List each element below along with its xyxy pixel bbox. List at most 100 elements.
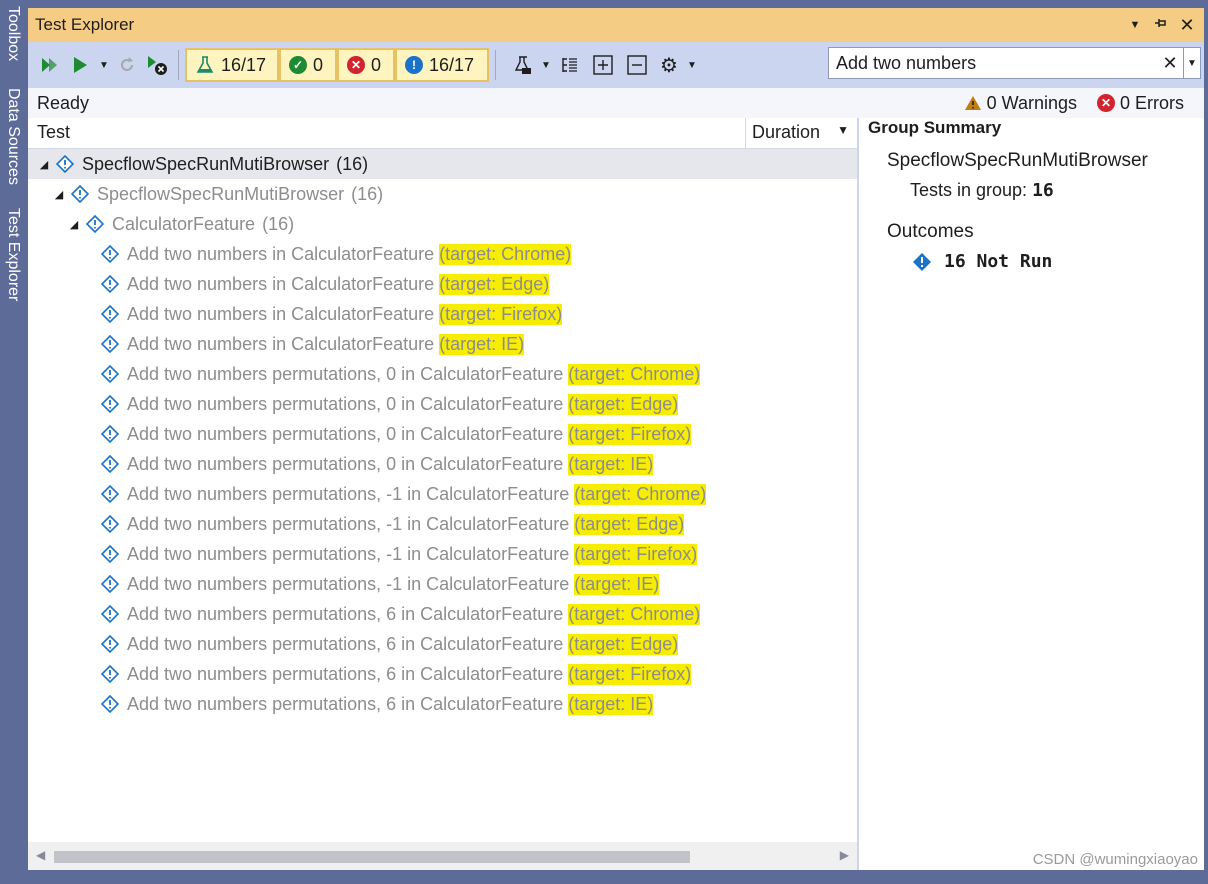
data-sources-tab[interactable]: Data Sources bbox=[2, 88, 24, 185]
close-window-button[interactable]: ✕ bbox=[1174, 15, 1200, 36]
outcome-not-run-label: 16 Not Run bbox=[944, 251, 1053, 272]
scroll-right-icon[interactable]: ▶ bbox=[840, 848, 849, 862]
not-run-icon bbox=[100, 274, 120, 294]
not-run-icon bbox=[100, 394, 120, 414]
test-row[interactable]: Add two numbers permutations, 6 in Calcu… bbox=[28, 629, 857, 659]
clear-search-icon[interactable]: ✕ bbox=[1157, 53, 1183, 74]
test-name: Add two numbers permutations, 6 in Calcu… bbox=[127, 633, 569, 654]
run-failed-icon[interactable] bbox=[34, 50, 64, 80]
column-duration-label: Duration bbox=[752, 122, 821, 142]
horizontal-scrollbar[interactable]: ◀ ▶ bbox=[28, 842, 857, 870]
search-box[interactable]: ✕ ▼ bbox=[828, 47, 1201, 79]
group-summary-pane: Group Summary SpecflowSpecRunMutiBrowser… bbox=[860, 118, 1204, 870]
scroll-left-icon[interactable]: ◀ bbox=[36, 848, 45, 862]
test-name: Add two numbers in CalculatorFeature bbox=[127, 273, 440, 294]
not-run-icon bbox=[100, 454, 120, 474]
filter-passed-button[interactable]: ✓ 0 bbox=[279, 48, 337, 82]
test-name: Add two numbers permutations, 0 in Calcu… bbox=[127, 393, 569, 414]
run-all-icon[interactable] bbox=[64, 50, 96, 80]
test-row[interactable]: Add two numbers permutations, -1 in Calc… bbox=[28, 569, 857, 599]
test-name: Add two numbers permutations, -1 in Calc… bbox=[127, 543, 575, 564]
outcomes-label: Outcomes bbox=[887, 221, 974, 242]
not-run-icon bbox=[100, 244, 120, 264]
error-icon: ✕ bbox=[1096, 94, 1115, 112]
test-row[interactable]: Add two numbers permutations, 0 in Calcu… bbox=[28, 389, 857, 419]
test-row[interactable]: Add two numbers permutations, 6 in Calcu… bbox=[28, 659, 857, 689]
playlist-icon[interactable] bbox=[508, 50, 538, 80]
test-row[interactable]: Add two numbers in CalculatorFeature (ta… bbox=[28, 299, 857, 329]
warnings-indicator[interactable]: 0 Warnings bbox=[964, 93, 1077, 114]
tree-node-project[interactable]: ◢ SpecflowSpecRunMutiBrowser (16) bbox=[28, 149, 857, 179]
tree-node-namespace[interactable]: ◢ SpecflowSpecRunMutiBrowser (16) bbox=[28, 179, 857, 209]
toolbox-tab[interactable]: Toolbox bbox=[2, 6, 24, 61]
column-duration[interactable]: Duration ▼ bbox=[745, 118, 857, 148]
test-target: (target: Firefox) bbox=[568, 663, 692, 685]
not-run-icon bbox=[100, 574, 120, 594]
repeat-run-icon[interactable] bbox=[112, 50, 142, 80]
test-row[interactable]: Add two numbers permutations, -1 in Calc… bbox=[28, 509, 857, 539]
test-target: (target: Firefox) bbox=[568, 423, 692, 445]
status-bar: Ready 0 Warnings ✕ 0 Errors bbox=[28, 88, 1204, 118]
scroll-thumb[interactable] bbox=[54, 851, 690, 863]
search-input[interactable] bbox=[829, 51, 1157, 75]
passed-icon: ✓ bbox=[289, 56, 307, 74]
group-name: SpecflowSpecRunMutiBrowser bbox=[887, 150, 1148, 171]
toolbar: ▼ 16/17 ✓ 0 ✕ 0 ! 16/17 ▼ ⚙ ▼ Add two nu… bbox=[28, 42, 1204, 88]
failed-icon: ✕ bbox=[347, 56, 365, 74]
group-summary-title: Group Summary bbox=[868, 118, 1002, 137]
settings-dropdown-icon[interactable]: ▼ bbox=[684, 50, 700, 80]
test-row[interactable]: Add two numbers in CalculatorFeature (ta… bbox=[28, 269, 857, 299]
pin-icon[interactable] bbox=[1148, 16, 1174, 34]
pane-splitter[interactable] bbox=[857, 118, 859, 870]
group-by-icon[interactable] bbox=[554, 50, 586, 80]
test-target: (target: Chrome) bbox=[568, 603, 701, 625]
not-run-icon bbox=[100, 304, 120, 324]
collapse-all-icon[interactable] bbox=[620, 50, 654, 80]
warnings-count: 0 Warnings bbox=[986, 92, 1077, 113]
test-row[interactable]: Add two numbers permutations, 0 in Calcu… bbox=[28, 449, 857, 479]
expand-arrow-icon[interactable]: ◢ bbox=[67, 218, 81, 231]
test-tree-pane: Test Duration ▼ ◢ SpecflowSpecRunMutiBro… bbox=[28, 118, 857, 870]
test-row[interactable]: Add two numbers permutations, 6 in Calcu… bbox=[28, 689, 857, 719]
test-row[interactable]: Add two numbers permutations, -1 in Calc… bbox=[28, 479, 857, 509]
test-explorer-tab[interactable]: Test Explorer bbox=[2, 208, 24, 301]
test-target: (target: IE) bbox=[574, 573, 660, 595]
test-row[interactable]: Add two numbers permutations, -1 in Calc… bbox=[28, 539, 857, 569]
window-menu-button[interactable]: ▼ bbox=[1122, 19, 1148, 31]
expand-arrow-icon[interactable]: ◢ bbox=[37, 158, 51, 171]
column-test[interactable]: Test bbox=[37, 122, 70, 143]
expand-arrow-icon[interactable]: ◢ bbox=[52, 188, 66, 201]
title-bar: Test Explorer ▼ ✕ bbox=[28, 8, 1204, 42]
not-run-icon bbox=[85, 214, 105, 234]
outcome-not-run[interactable]: 16 Not Run bbox=[912, 251, 1052, 272]
playlist-dropdown-icon[interactable]: ▼ bbox=[538, 50, 554, 80]
test-row[interactable]: Add two numbers permutations, 0 in Calcu… bbox=[28, 419, 857, 449]
test-name: Add two numbers permutations, 6 in Calcu… bbox=[127, 663, 569, 684]
test-target: (target: IE) bbox=[568, 453, 654, 475]
test-row[interactable]: Add two numbers permutations, 6 in Calcu… bbox=[28, 599, 857, 629]
test-name: Add two numbers in CalculatorFeature bbox=[127, 243, 440, 264]
column-dropdown-icon[interactable]: ▼ bbox=[837, 123, 849, 137]
flask-icon bbox=[196, 56, 214, 73]
run-dropdown-icon[interactable]: ▼ bbox=[96, 50, 112, 80]
not-run-icon bbox=[55, 154, 75, 174]
not-run-icon bbox=[70, 184, 90, 204]
tree-node-feature[interactable]: ◢ CalculatorFeature (16) bbox=[28, 209, 857, 239]
filter-failed-button[interactable]: ✕ 0 bbox=[337, 48, 395, 82]
filter-total-button[interactable]: 16/17 bbox=[185, 48, 279, 82]
test-row[interactable]: Add two numbers in CalculatorFeature (ta… bbox=[28, 329, 857, 359]
test-target: (target: IE) bbox=[568, 693, 654, 715]
filter-not-run-button[interactable]: ! 16/17 bbox=[395, 48, 489, 82]
expand-all-icon[interactable] bbox=[586, 50, 620, 80]
filter-total-label: 16/17 bbox=[221, 54, 267, 75]
tests-in-group: Tests in group: 16 bbox=[910, 180, 1054, 201]
not-run-icon bbox=[100, 544, 120, 564]
search-dropdown-icon[interactable]: ▼ bbox=[1183, 48, 1200, 78]
test-row[interactable]: Add two numbers in CalculatorFeature (ta… bbox=[28, 239, 857, 269]
test-target: (target: Firefox) bbox=[439, 303, 563, 325]
test-row[interactable]: Add two numbers permutations, 0 in Calcu… bbox=[28, 359, 857, 389]
settings-gear-icon[interactable]: ⚙ bbox=[654, 50, 684, 80]
test-target: (target: Chrome) bbox=[439, 243, 572, 265]
cancel-run-icon[interactable] bbox=[142, 50, 172, 80]
errors-indicator[interactable]: ✕ 0 Errors bbox=[1096, 93, 1184, 114]
